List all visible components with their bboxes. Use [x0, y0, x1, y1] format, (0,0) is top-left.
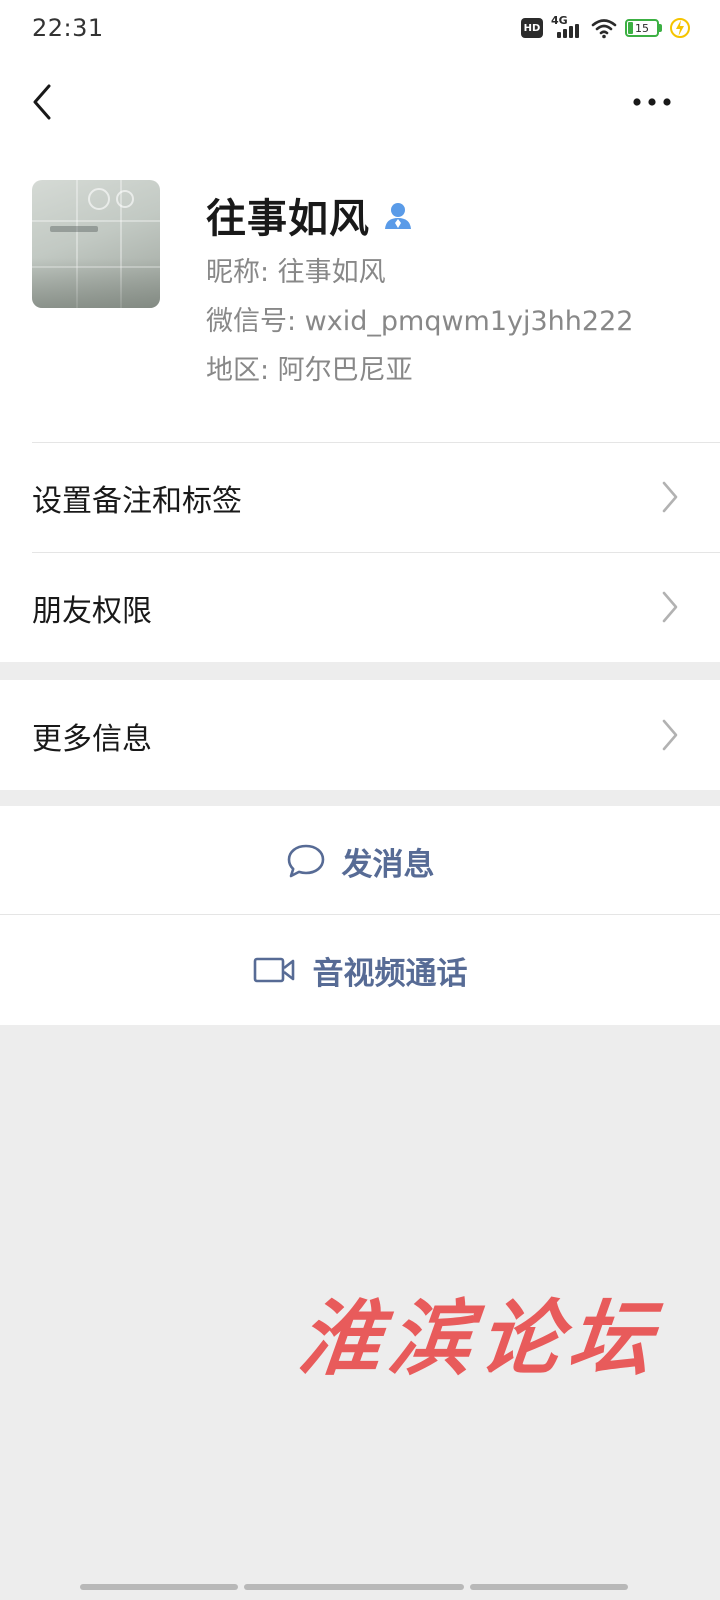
name-row: 往事如风	[206, 186, 414, 244]
more-options-button[interactable]	[624, 78, 680, 126]
status-icons: HD 4G 15	[521, 14, 690, 40]
chevron-right-icon	[662, 591, 678, 623]
divider	[32, 552, 720, 553]
profile-name: 往事如风	[206, 196, 370, 242]
battery-level: 15	[635, 21, 649, 35]
person-icon	[385, 203, 411, 229]
video-camera-icon	[253, 957, 294, 983]
hd-icon: HD	[521, 18, 543, 38]
status-time: 22:31	[32, 14, 104, 42]
battery-icon: 15	[625, 19, 662, 37]
divider	[32, 442, 720, 443]
nav-handle	[80, 1584, 238, 1590]
wechat-id-text: 微信号: wxid_pmqwm1yj3hh222	[206, 306, 634, 337]
chat-bubble-icon	[287, 844, 324, 878]
video-call-button[interactable]: 音视频通话	[0, 915, 720, 1025]
send-message-label: 发消息	[341, 846, 435, 883]
nav-handle	[470, 1584, 628, 1590]
divider	[0, 914, 720, 915]
chevron-right-icon	[662, 481, 678, 513]
nav-header	[0, 56, 720, 148]
more-info-row[interactable]: 更多信息	[0, 680, 720, 790]
nickname-text: 昵称: 往事如风	[206, 257, 386, 288]
contact-profile-page: 22:31 HD 4G 15 往事如风 昵称: 往事如风 微信号: wxid_p…	[0, 0, 720, 1600]
avatar[interactable]	[32, 180, 160, 308]
nav-handle	[244, 1584, 464, 1590]
wifi-icon	[591, 19, 617, 39]
chevron-right-icon	[662, 719, 678, 751]
remark-tags-label: 设置备注和标签	[32, 484, 242, 519]
status-bar: 22:31 HD 4G 15	[0, 0, 720, 56]
friend-permissions-row[interactable]: 朋友权限	[0, 552, 720, 662]
friend-permissions-label: 朋友权限	[32, 594, 152, 629]
profile-card: 往事如风 昵称: 往事如风 微信号: wxid_pmqwm1yj3hh222 地…	[0, 148, 720, 442]
region-text: 地区: 阿尔巴尼亚	[206, 355, 413, 386]
remark-tags-row[interactable]: 设置备注和标签	[0, 442, 720, 552]
video-call-label: 音视频通话	[312, 955, 468, 992]
cellular-signal-icon: 4G	[551, 14, 583, 40]
send-message-button[interactable]: 发消息	[0, 806, 720, 916]
more-info-label: 更多信息	[32, 722, 152, 757]
forum-watermark: 淮滨论坛	[294, 1291, 665, 1387]
more-dots-icon	[633, 98, 671, 106]
back-button[interactable]	[18, 78, 66, 126]
chevron-left-icon	[33, 84, 51, 120]
charging-icon	[670, 18, 690, 38]
